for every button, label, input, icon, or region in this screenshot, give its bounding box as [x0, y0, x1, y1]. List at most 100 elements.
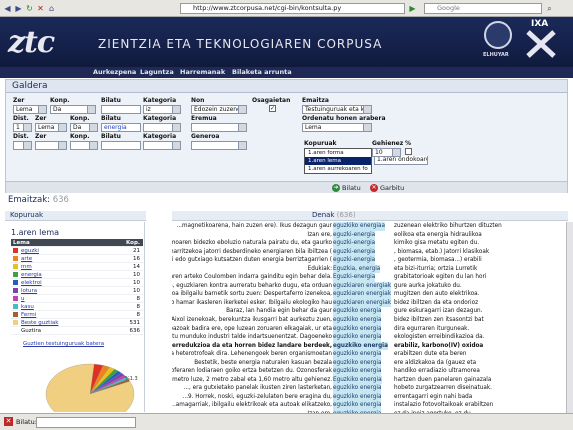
right-context: erabiliz, karbono(IV) oxidoa [394, 342, 484, 349]
keyword[interactable]: eguzkiko energia [333, 316, 382, 325]
results-summary: Emaitzak: 636 [8, 195, 69, 205]
search-icon[interactable]: ⌕ [545, 4, 554, 13]
legend-swatch [13, 288, 18, 293]
gehienez-select[interactable]: 10 [372, 148, 401, 157]
label-bilatu-3: Bilatu [101, 133, 121, 140]
forward-icon[interactable]: ▶ [14, 4, 23, 13]
label-percent: % [405, 140, 412, 147]
results-count: 636 [52, 195, 69, 205]
keyword[interactable]: eguzkiko energiaa [333, 222, 385, 231]
row1-bilatu-input[interactable] [101, 105, 141, 114]
row2-konp-select[interactable]: Da [70, 123, 98, 132]
row3-dist-select[interactable] [13, 141, 32, 150]
kopuruak-option[interactable]: 1.aren ondokoaren fo [374, 156, 428, 165]
back-icon[interactable]: ◀ [3, 4, 12, 13]
concordance-row: ...ture ditu munduko industri talde inda… [172, 333, 568, 342]
scrollbar[interactable] [566, 222, 573, 413]
row3-kategoria-select[interactable] [143, 141, 181, 150]
keyword[interactable]: eguzkiko energia [333, 392, 382, 402]
search-input[interactable]: Google [424, 3, 542, 14]
row2-zer-select[interactable]: Lema [35, 123, 67, 132]
nav-aurkezpena[interactable]: Aurkezpena [93, 68, 136, 76]
keyword[interactable]: eguzkiko energia [333, 324, 382, 334]
nav-harremanak[interactable]: Harremanak [180, 68, 225, 76]
keyword[interactable]: eguzkiko energia [333, 350, 382, 359]
keyword[interactable]: Eguzkiko energia [333, 375, 382, 385]
left-context: Edukiak: [307, 265, 332, 272]
eremua-select[interactable] [191, 123, 247, 132]
row1-zer-select[interactable]: Lema [13, 105, 47, 114]
keyword[interactable]: eguzkiko energia [333, 358, 382, 368]
go-icon[interactable]: ▶ [408, 4, 417, 13]
concordance-row: ...9. Horrek, noski, eguzki-zelulaten be… [172, 392, 568, 402]
generoa-select[interactable] [191, 141, 247, 150]
label-gehienez: Gehienez [372, 140, 404, 147]
kopuruak-option[interactable]: 1.aren forma [305, 149, 371, 157]
osagaietan-checkbox[interactable]: ✓ [269, 105, 276, 112]
keyword[interactable]: eguzkiko energia [333, 307, 382, 317]
keyword[interactable]: eguzkiaren energiak [333, 298, 391, 308]
reload-icon[interactable]: ↻ [25, 4, 34, 13]
row1-konp-select[interactable]: Da [50, 105, 96, 114]
keyword[interactable]: eguzkiaren energiak [333, 290, 391, 299]
pie-slice-beste-guztiak [45, 363, 135, 412]
lema-count: 21 [133, 248, 140, 254]
kopuruak-listbox[interactable]: 1.aren forma 1.aren lema 1.aren aurrekoa… [304, 148, 372, 174]
label-dist-3: Dist. [13, 133, 29, 140]
lema-name: lotura [21, 288, 38, 294]
keyword[interactable]: eguzki-energia [333, 230, 376, 240]
right-context: eolikoa eta energia hidraulikoa [394, 231, 482, 238]
right-context: erabiltzen dute eta beren [394, 351, 467, 358]
left-context: Bestetik, beste energia naturalen kasuan… [194, 359, 332, 366]
graph-link[interactable]: Guztien testuinguruak batera [23, 341, 104, 347]
clear-button[interactable]: ✕ Garbitu [370, 184, 404, 192]
url-bar[interactable]: http://www.ztcorpusa.net/cgi-bin/kontsul… [180, 3, 405, 14]
legend-swatch [13, 296, 18, 301]
left-context: Izan ere, [307, 231, 332, 238]
keyword[interactable]: eguzkiko energia [333, 341, 388, 351]
keyword[interactable]: eguzkiko energia [333, 333, 382, 342]
ordenatu-select[interactable]: Lema [302, 123, 372, 132]
concordance-row: Baraz, lan handia egin behar da gaur eguz… [172, 307, 568, 317]
stop-icon[interactable]: ✕ [36, 4, 45, 13]
concordance-row: ...gutxi edo gutxiago kutsatzen duten en… [172, 256, 568, 265]
label-kategoria: Kategoria [143, 97, 177, 104]
row1-kategoria-select[interactable]: iz [143, 105, 181, 114]
keyword[interactable]: eguzkiko energia [333, 384, 382, 393]
row2-kategoria-select[interactable] [143, 123, 181, 132]
row3-zer-select[interactable] [35, 141, 67, 150]
row2-dist-select[interactable]: 1 [13, 123, 32, 132]
lema-row: energia 10 [11, 271, 143, 279]
keyword[interactable]: Eguzkia, energia [333, 264, 381, 274]
right-context: gure eskuragarri izan dezagun. [394, 308, 483, 315]
keyword[interactable]: eguzkiaren energiak [333, 281, 391, 291]
home-icon[interactable]: ⌂ [47, 4, 56, 13]
keyword[interactable]: eguzki-energia [333, 256, 376, 265]
keyword[interactable]: eguzki-energia [333, 247, 376, 257]
keyword[interactable]: eguzkiko energia [333, 367, 382, 376]
nav-laguntza[interactable]: Laguntza [140, 68, 174, 76]
row3-konp-select[interactable] [70, 141, 98, 150]
nav-bilaketa-arrunta[interactable]: Bilaketa arrunta [232, 68, 292, 76]
keyword[interactable]: eguzki-energia [333, 239, 376, 248]
site-logo: ztc [8, 25, 55, 60]
keyword[interactable]: eguzkiko energia [333, 401, 382, 411]
keyword[interactable]: Eguzki-energia [333, 273, 376, 282]
kopuruak-option[interactable]: 1.aren aurrekoaren fo [305, 165, 371, 173]
kopuruak-option-selected[interactable]: 1.aren lema [305, 157, 371, 165]
row3-bilatu-input[interactable] [101, 141, 141, 150]
close-icon[interactable]: ✕ [4, 417, 13, 426]
lema-name: Beste guztiak [21, 320, 59, 326]
emaitza-select[interactable]: Testuinguruak eta kopuruak [302, 105, 372, 114]
search-button[interactable]: ➔ Bilatu [332, 184, 361, 192]
label-konp: Konp. [50, 97, 70, 104]
concordance-row: ...amagarriak, ibilgailu elektrikoak eta… [172, 401, 568, 411]
percent-checkbox[interactable] [405, 148, 412, 155]
row2-bilatu-input[interactable]: energia [101, 123, 141, 132]
find-input[interactable] [36, 417, 136, 428]
left-context: ...o hamar ikasleren ikerketei esker. Ib… [172, 299, 332, 306]
lema-row: kasu 8 [11, 303, 143, 311]
legend-swatch [13, 264, 18, 269]
row1-non-select[interactable]: Edozein zuzenduan [191, 105, 247, 114]
legend-swatch [13, 312, 18, 317]
